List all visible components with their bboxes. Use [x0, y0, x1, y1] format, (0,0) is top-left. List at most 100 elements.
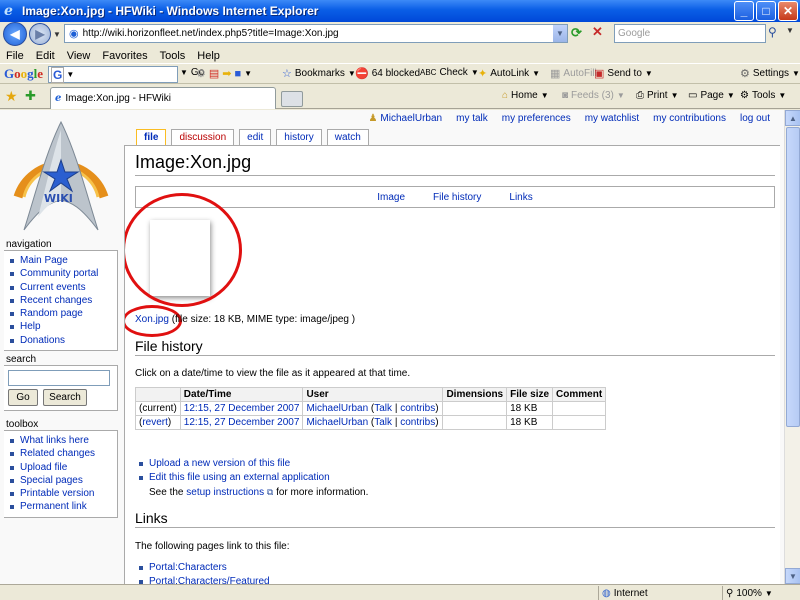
- edit-external-link[interactable]: Edit this file using an external applica…: [149, 472, 330, 483]
- search-box[interactable]: Google: [614, 24, 766, 43]
- zoom-control[interactable]: ⚲ 100% ▼: [722, 586, 800, 600]
- scroll-down-button[interactable]: ▼: [785, 568, 800, 584]
- menu-favorites[interactable]: Favorites: [102, 50, 147, 62]
- address-input[interactable]: ◉ http://wiki.horizonfleet.net/index.php…: [64, 24, 568, 43]
- tab-history-label[interactable]: history: [284, 132, 313, 143]
- menu-edit[interactable]: Edit: [36, 50, 55, 62]
- user-link[interactable]: MichaelUrban: [306, 403, 368, 414]
- menu-file[interactable]: File: [6, 50, 24, 62]
- scroll-up-button[interactable]: ▲: [785, 110, 800, 126]
- date-link[interactable]: 12:15, 27 December 2007: [184, 403, 300, 414]
- tool-printable-version-link[interactable]: Printable version: [20, 488, 94, 499]
- send-to-button[interactable]: ▣ Send to ▼: [594, 67, 653, 80]
- nav-community-portal-link[interactable]: Community portal: [20, 268, 98, 279]
- user-link[interactable]: MichaelUrban: [306, 417, 368, 428]
- refresh-icon[interactable]: ⟳: [571, 25, 582, 41]
- address-dropdown-button[interactable]: ▼: [553, 25, 567, 42]
- nav-help-link[interactable]: Help: [20, 321, 41, 332]
- menu-tools[interactable]: Tools: [160, 50, 186, 62]
- stop-icon[interactable]: ✕: [592, 24, 603, 40]
- autolink-button[interactable]: ✦ AutoLink ▼: [478, 67, 540, 80]
- my-talk-link[interactable]: my talk: [456, 113, 488, 124]
- add-favorites-icon[interactable]: ✚: [25, 88, 36, 104]
- nav-donations-link[interactable]: Donations: [20, 335, 65, 346]
- back-button[interactable]: ◀: [3, 22, 27, 46]
- maximize-button[interactable]: □: [756, 1, 776, 21]
- nav-community-portal[interactable]: Community portal: [8, 267, 117, 280]
- contribs-link[interactable]: contribs: [400, 417, 435, 428]
- spellcheck-button[interactable]: ABC Check ▼: [420, 67, 479, 78]
- minimize-button[interactable]: _: [734, 1, 754, 21]
- tool-related-changes-link[interactable]: Related changes: [20, 448, 95, 459]
- toc-links-link[interactable]: Links: [509, 192, 532, 203]
- tool-what-links-here-link[interactable]: What links here: [20, 435, 89, 446]
- tab-discussion[interactable]: discussion: [171, 129, 235, 145]
- tool-printable-version[interactable]: Printable version: [8, 487, 117, 500]
- nav-main-page-link[interactable]: Main Page: [20, 255, 68, 266]
- settings-button[interactable]: ⚙ Settings ▼: [740, 67, 800, 80]
- recent-pages-dropdown[interactable]: ▼: [53, 30, 61, 39]
- contribs-link[interactable]: contribs: [400, 403, 435, 414]
- log-out-link[interactable]: log out: [740, 113, 770, 124]
- tools-menu-button[interactable]: ⚙ Tools ▼: [740, 90, 786, 101]
- user-page-link[interactable]: ♟ MichaelUrban: [368, 113, 442, 124]
- tab-edit-label[interactable]: edit: [247, 132, 263, 143]
- portal-characters-featured-link[interactable]: Portal:Characters/Featured: [149, 576, 270, 584]
- forward-button[interactable]: ▶: [29, 23, 51, 45]
- tool-what-links-here[interactable]: What links here: [8, 434, 117, 447]
- wiki-logo[interactable]: WIKI: [6, 112, 116, 232]
- search-icon[interactable]: ⚲: [768, 25, 777, 39]
- tab-edit[interactable]: edit: [239, 129, 272, 145]
- tab-watch[interactable]: watch: [326, 129, 369, 145]
- my-contributions-link[interactable]: my contributions: [653, 113, 726, 124]
- talk-link[interactable]: Talk: [374, 403, 392, 414]
- file-link[interactable]: Xon.jpg: [135, 314, 169, 325]
- tab-discussion-label[interactable]: discussion: [179, 132, 226, 143]
- menu-view[interactable]: View: [67, 50, 91, 62]
- nav-donations[interactable]: Donations: [8, 334, 117, 347]
- toc-file-history-link[interactable]: File history: [433, 192, 481, 203]
- google-g-dropdown[interactable]: ▼: [66, 70, 74, 79]
- home-button[interactable]: ⌂ Home ▼: [502, 90, 549, 101]
- nav-current-events[interactable]: Current events: [8, 281, 117, 294]
- tool-related-changes[interactable]: Related changes: [8, 447, 117, 460]
- autofill-button[interactable]: ▦ AutoFill: [550, 67, 597, 80]
- scroll-thumb[interactable]: [786, 127, 800, 427]
- nav-current-events-link[interactable]: Current events: [20, 282, 86, 293]
- nav-random-page[interactable]: Random page: [8, 307, 117, 320]
- tool-permanent-link[interactable]: Permanent link: [8, 500, 117, 513]
- nav-main-page[interactable]: Main Page: [8, 254, 117, 267]
- bookmarks-button[interactable]: ☆ Bookmarks ▼: [282, 67, 356, 80]
- tool-upload-file-link[interactable]: Upload file: [20, 462, 67, 473]
- search-go-button[interactable]: Go: [8, 389, 38, 406]
- vertical-scrollbar[interactable]: ▲ ▼: [784, 110, 800, 584]
- google-search-input[interactable]: G ▼: [48, 66, 178, 83]
- google-logo[interactable]: Google: [4, 66, 43, 82]
- browser-tab-active[interactable]: e Image:Xon.jpg - HFWiki: [50, 87, 276, 109]
- security-zone[interactable]: ◍ Internet: [598, 586, 722, 600]
- upload-new-version-link[interactable]: Upload a new version of this file: [149, 458, 290, 469]
- tool-permanent-link-link[interactable]: Permanent link: [20, 501, 87, 512]
- tab-watch-label[interactable]: watch: [335, 132, 361, 143]
- tab-file-label[interactable]: file: [144, 132, 158, 143]
- tool-special-pages-link[interactable]: Special pages: [20, 475, 83, 486]
- google-extra-buttons[interactable]: ⚙ ▤ ➡ ■ ▼: [196, 67, 252, 81]
- nav-random-page-link[interactable]: Random page: [20, 308, 83, 319]
- toc-image-link[interactable]: Image: [377, 192, 405, 203]
- feeds-button[interactable]: ◙ Feeds (3) ▼: [562, 90, 625, 101]
- close-button[interactable]: ✕: [778, 1, 798, 21]
- tab-file[interactable]: file: [136, 129, 167, 145]
- new-tab-button[interactable]: [281, 91, 303, 107]
- nav-recent-changes-link[interactable]: Recent changes: [20, 295, 92, 306]
- talk-link[interactable]: Talk: [374, 417, 392, 428]
- search-options-dropdown[interactable]: ▼: [786, 26, 794, 35]
- revert-link[interactable]: revert: [142, 417, 168, 428]
- search-search-button[interactable]: Search: [43, 389, 87, 406]
- menu-help[interactable]: Help: [197, 50, 220, 62]
- setup-instructions-link[interactable]: setup instructions: [186, 487, 264, 498]
- nav-help[interactable]: Help: [8, 320, 117, 333]
- tab-history[interactable]: history: [276, 129, 322, 145]
- my-watchlist-link[interactable]: my watchlist: [585, 113, 639, 124]
- my-preferences-link[interactable]: my preferences: [502, 113, 571, 124]
- tool-upload-file[interactable]: Upload file: [8, 461, 117, 474]
